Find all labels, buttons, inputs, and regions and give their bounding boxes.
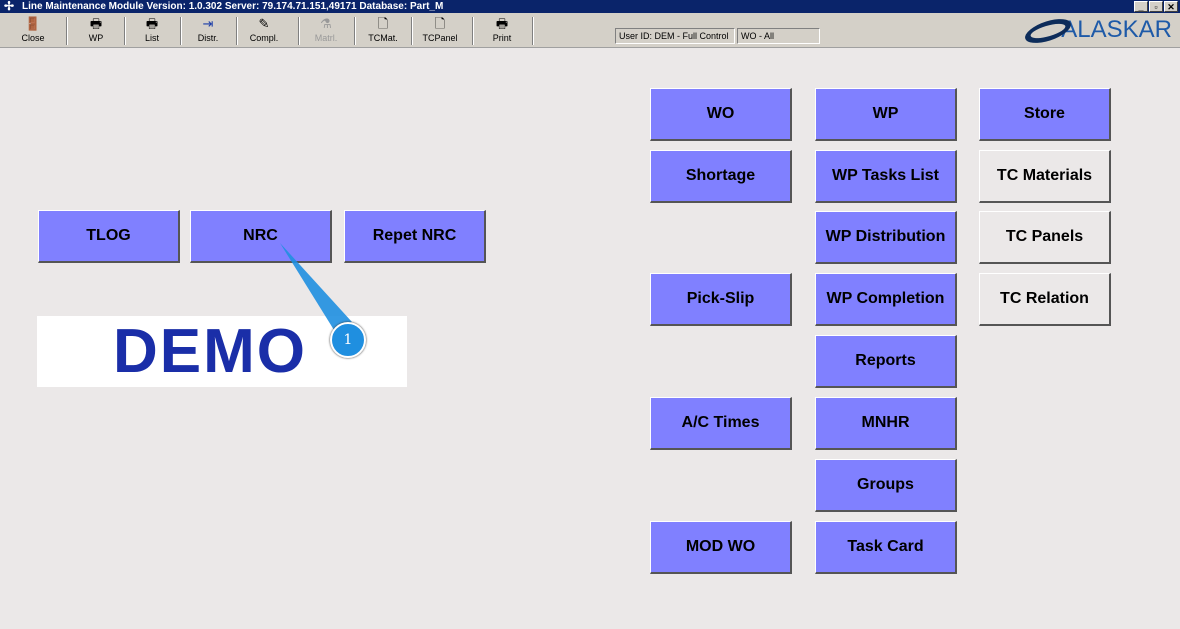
store-button[interactable]: Store <box>979 88 1111 141</box>
shortage-button[interactable]: Shortage <box>650 150 792 203</box>
groups-button[interactable]: Groups <box>815 459 957 512</box>
tc-relation-button[interactable]: TC Relation <box>979 273 1111 326</box>
wp-completion-button[interactable]: WP Completion <box>815 273 957 326</box>
wp-tasks-list-button[interactable]: WP Tasks List <box>815 150 957 203</box>
reports-button[interactable]: Reports <box>815 335 957 388</box>
pick-slip-button[interactable]: Pick-Slip <box>650 273 792 326</box>
mod-wo-button[interactable]: MOD WO <box>650 521 792 574</box>
ac-times-button[interactable]: A/C Times <box>650 397 792 450</box>
task-card-button[interactable]: Task Card <box>815 521 957 574</box>
wp-main-button[interactable]: WP <box>815 88 957 141</box>
tc-panels-button[interactable]: TC Panels <box>979 211 1111 264</box>
tc-materials-button[interactable]: TC Materials <box>979 150 1111 203</box>
wo-button[interactable]: WO <box>650 88 792 141</box>
step-marker: 1 <box>330 322 366 358</box>
wp-distribution-button[interactable]: WP Distribution <box>815 211 957 264</box>
mnhr-button[interactable]: MNHR <box>815 397 957 450</box>
